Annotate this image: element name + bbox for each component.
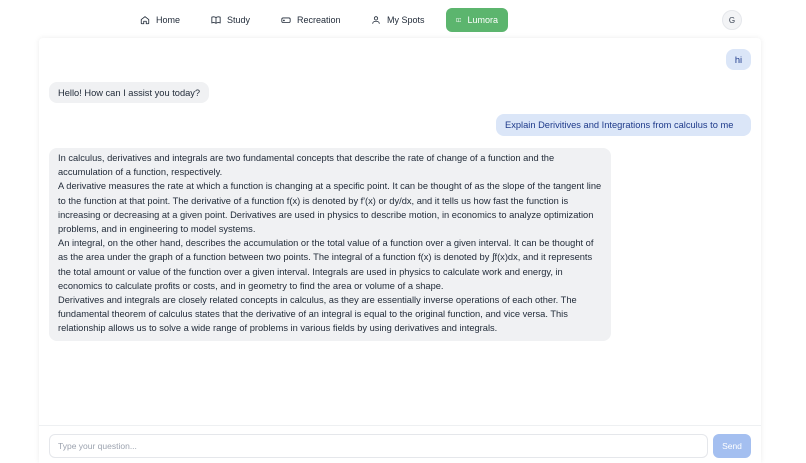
nav-home[interactable]: Home: [130, 8, 190, 32]
home-icon: [140, 16, 150, 25]
assistant-message-long: In calculus, derivatives and integrals a…: [49, 148, 611, 341]
nav-my-spots-label: My Spots: [387, 15, 425, 25]
composer-bar: Send: [39, 425, 761, 463]
message-paragraph: Derivatives and integrals are closely re…: [58, 295, 577, 334]
avatar[interactable]: G: [722, 10, 742, 30]
nav-recreation-label: Recreation: [297, 15, 341, 25]
top-navigation: Home Study Recreation My Spots Lumora G: [0, 0, 806, 40]
nav-study-label: Study: [227, 15, 251, 25]
message-paragraph: A derivative measures the rate at which …: [58, 181, 602, 235]
nav-recreation[interactable]: Recreation: [271, 8, 351, 32]
user-message: Explain Derivitives and Integrations fro…: [496, 114, 751, 136]
nav-lumora-label: Lumora: [467, 15, 498, 25]
gamepad-icon: [281, 17, 291, 23]
question-input[interactable]: [49, 434, 708, 458]
book-icon: [211, 16, 221, 24]
user-icon: [372, 16, 380, 24]
nav-home-label: Home: [156, 15, 181, 25]
book-open-icon: [456, 18, 462, 23]
send-button[interactable]: Send: [713, 434, 751, 458]
user-message: hi: [726, 49, 751, 70]
message-paragraph: In calculus, derivatives and integrals a…: [58, 153, 555, 178]
nav-my-spots[interactable]: My Spots: [361, 8, 435, 32]
chat-panel: hi Hello! How can I assist you today? Ex…: [39, 38, 761, 463]
nav-lumora[interactable]: Lumora: [446, 8, 508, 32]
nav-study[interactable]: Study: [201, 8, 260, 32]
assistant-message: Hello! How can I assist you today?: [49, 82, 210, 103]
message-paragraph: An integral, on the other hand, describe…: [58, 238, 594, 291]
